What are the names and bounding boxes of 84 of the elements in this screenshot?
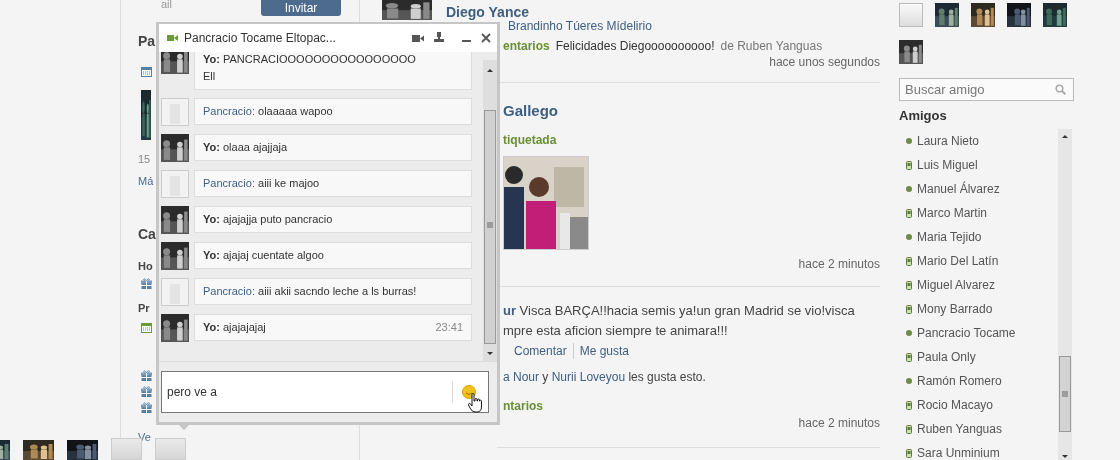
avatar-placeholder: [899, 3, 923, 27]
video-camera-icon: [412, 33, 424, 43]
friend-item[interactable]: Maria Tejido: [899, 225, 1058, 249]
mobile-icon: [906, 448, 912, 458]
comment-text: Felicidades Diegoooooooooo!: [555, 40, 715, 52]
author-link[interactable]: Diego Yance: [446, 4, 529, 20]
avatar-placeholder: [161, 278, 189, 306]
author-link[interactable]: Gallego: [503, 103, 558, 119]
avatar-placeholder: [161, 98, 189, 126]
mobile-icon: [906, 424, 912, 434]
hand-cursor-icon: [468, 393, 482, 413]
friend-item[interactable]: Ramón Romero: [899, 369, 1058, 393]
friend-item[interactable]: Sara Unminium: [899, 441, 1058, 460]
text-fragment: ail: [161, 0, 172, 9]
mobile-icon: [906, 304, 912, 314]
mobile-icon: [906, 280, 912, 290]
search-field[interactable]: Buscar amigo: [899, 78, 1074, 101]
close-icon: [481, 33, 491, 43]
message-text: Yo: ajajajajaj: [203, 321, 266, 334]
invite-button[interactable]: Invitar: [261, 0, 341, 16]
gift-icon: [141, 402, 152, 414]
timestamp: hace 2 minutos: [797, 417, 880, 429]
friend-item[interactable]: Pancracio Tocame: [899, 321, 1058, 345]
calendar-icon: [141, 66, 152, 78]
friend-item[interactable]: Miguel Alvarez: [899, 273, 1058, 297]
avatar-placeholder: [161, 170, 189, 198]
gift-icon: [141, 386, 152, 398]
chat-title: Pancracio Tocame Eltopac...: [184, 31, 337, 45]
count-text: 15: [138, 153, 151, 165]
friend-item[interactable]: Rocio Macayo: [899, 393, 1058, 417]
calendar-icon: [141, 322, 152, 334]
friend-item[interactable]: Mony Barrado: [899, 297, 1058, 321]
activity-text: tiquetada: [503, 133, 557, 147]
section-heading: Pa: [138, 33, 156, 49]
timestamp: hace unos segundos: [768, 56, 880, 68]
friend-item[interactable]: Laura Nieto: [899, 129, 1058, 153]
name-link[interactable]: Nurii Loveyou: [551, 370, 626, 384]
mobile-icon: [906, 160, 912, 170]
minimize-icon: [462, 40, 471, 42]
friend-item[interactable]: Paula Only: [899, 345, 1058, 369]
message-text: Pancracio: aiii akii sacndo leche a ls burras!: [203, 285, 417, 298]
mobile-icon: [906, 352, 912, 362]
timestamp: hace 2 minutos: [797, 258, 880, 270]
mobile-icon: [906, 208, 912, 218]
section-heading: Amigos: [899, 109, 948, 123]
likes-text: a Nour y Nurii Loveyou les gusta esto.: [503, 371, 706, 383]
more-link[interactable]: Má: [138, 175, 154, 187]
name-link[interactable]: a Nour: [503, 370, 540, 384]
message-text: Yo: ajajajja puto pancracio: [203, 213, 333, 226]
section-heading: Ca: [138, 226, 156, 242]
status-dot-icon: [906, 186, 912, 192]
status-text: mpre esta aficion siempre te animara!!!: [503, 322, 728, 340]
label-text: Ho: [138, 260, 153, 272]
status-dot-icon: [906, 330, 912, 336]
friend-item[interactable]: Luis Miguel: [899, 153, 1058, 177]
message-text: Yo: ajajaj cuentate algoo: [203, 249, 324, 262]
status-text: ur Visca BARÇA!!hacia semis ya!un gran Madrid se vio!visca: [503, 302, 855, 320]
message-time: 23:41: [435, 321, 463, 334]
friend-item[interactable]: Manuel Álvarez: [899, 177, 1058, 201]
search-icon: [1055, 84, 1066, 95]
message-text: Ell: [203, 70, 217, 83]
gift-icon: [141, 278, 152, 290]
friend-item[interactable]: Marco Martin: [899, 201, 1058, 225]
message-text: Yo: olaaa ajajjaja: [203, 141, 288, 154]
avatar-placeholder: [155, 438, 186, 460]
comment-author: de Ruben Yanguas: [720, 40, 823, 52]
status-dot-icon: [906, 378, 912, 384]
friend-item[interactable]: Ruben Yanguas: [899, 417, 1058, 441]
gift-icon: [141, 370, 152, 382]
status-dot-icon: [906, 138, 912, 144]
status-dot-icon: [906, 234, 912, 240]
friend-item[interactable]: Mario Del Latín: [899, 249, 1058, 273]
message-input[interactable]: pero ve a: [161, 371, 489, 413]
message-text: Pancracio: aiii ke majoo: [203, 177, 320, 190]
action-link[interactable]: Comentar: [514, 345, 567, 359]
tagged-link[interactable]: Brandinho Túeres Mídelirio: [508, 20, 652, 32]
label-text: Pr: [138, 302, 150, 314]
message-text: Yo: PANCRACIOOOOOOOOOOOOOOOO: [203, 53, 416, 66]
mobile-icon: [906, 256, 912, 266]
message-text: Pancracio: olaaaaa wapoo: [203, 105, 333, 118]
person-icon: [434, 32, 444, 44]
action-link[interactable]: Me gusta: [579, 345, 630, 359]
mobile-icon: [906, 400, 912, 410]
video-camera-icon: [167, 34, 178, 42]
